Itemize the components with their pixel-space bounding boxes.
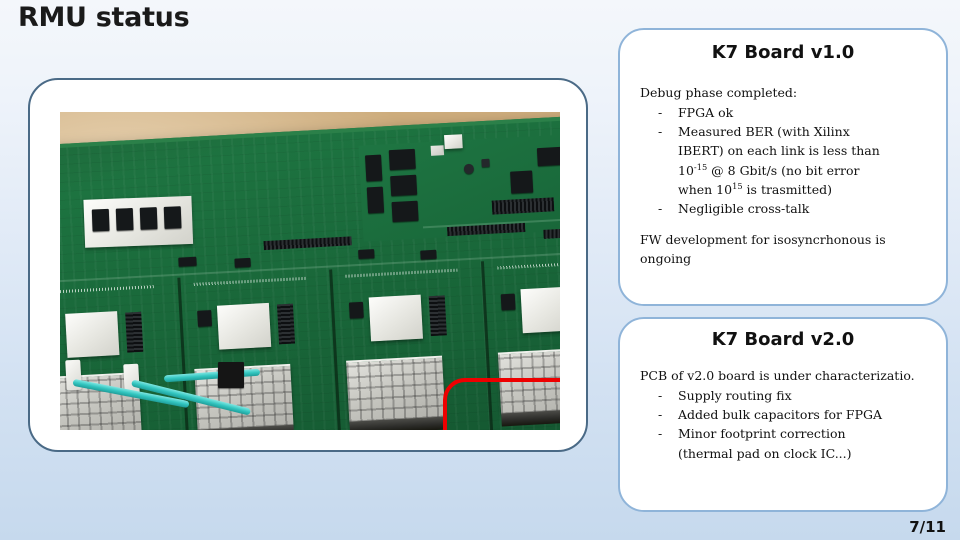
bullet-text: Supply routing fix bbox=[678, 388, 792, 404]
list-item: Minor footprint correction (thermal pad … bbox=[656, 424, 932, 462]
sfp-cage bbox=[346, 355, 446, 423]
panel-v2-lead: PCB of v2.0 board is under characterizat… bbox=[640, 368, 915, 383]
bullet-text: Measured BER (with Xilinx bbox=[678, 124, 850, 140]
chip bbox=[163, 206, 182, 229]
trans-prefix: when 10 bbox=[678, 181, 733, 197]
chip bbox=[197, 310, 213, 327]
chip bbox=[510, 170, 534, 194]
list-item: FPGA ok bbox=[656, 103, 932, 122]
transceiver-module bbox=[181, 269, 340, 430]
ber-rest: @ 8 Gbit/s (no bit error bbox=[707, 162, 860, 178]
panel-v1-tail: FW development for isosyncrhonous is ong… bbox=[640, 231, 886, 266]
bullet-continuation-transmitted: when 1015 is trasmitted) bbox=[678, 180, 932, 199]
white-connector bbox=[444, 134, 463, 150]
panel-v1-body: Debug phase completed: FPGA ok Measured … bbox=[620, 83, 946, 268]
panel-k7-board-v1: K7 Board v1.0 Debug phase completed: FPG… bbox=[618, 28, 948, 306]
silkscreen bbox=[193, 276, 306, 286]
chip bbox=[390, 174, 418, 197]
bullet-continuation: (thermal pad on clock IC...) bbox=[678, 445, 852, 461]
chip bbox=[500, 293, 516, 311]
component-cluster bbox=[358, 132, 560, 242]
bullet-continuation: IBERT) on each link is less than bbox=[678, 143, 880, 159]
list-item: Negligible cross-talk bbox=[656, 199, 932, 218]
pin-header bbox=[491, 197, 555, 215]
shield-can bbox=[65, 311, 120, 358]
chip bbox=[358, 249, 375, 259]
page-number: 7/11 bbox=[909, 518, 946, 536]
daughter-card bbox=[83, 195, 194, 248]
pin-header bbox=[276, 303, 296, 345]
list-item: Supply routing fix bbox=[656, 386, 932, 405]
panel-v2-bullet-list: Supply routing fix Added bulk capacitors… bbox=[656, 386, 932, 463]
ber-base: 10 bbox=[678, 162, 694, 178]
photo-panel bbox=[28, 78, 588, 452]
transceiver-module bbox=[60, 278, 189, 430]
panel-k7-board-v2: K7 Board v2.0 PCB of v2.0 board is under… bbox=[618, 317, 948, 512]
bullet-continuation-ber: 10-15 @ 8 Gbit/s (no bit error bbox=[678, 161, 932, 180]
ber-exponent: -15 bbox=[693, 161, 708, 172]
panel-v1-bullet-list: FPGA ok Measured BER (with Xilinx IBERT)… bbox=[656, 103, 932, 218]
chip bbox=[234, 257, 251, 268]
chip bbox=[365, 154, 383, 182]
chip bbox=[139, 207, 158, 230]
list-item: Added bulk capacitors for FPGA bbox=[656, 405, 932, 424]
silkscreen bbox=[497, 260, 560, 270]
shield-can bbox=[368, 294, 424, 342]
panel-v2-heading: K7 Board v2.0 bbox=[711, 329, 855, 350]
chip bbox=[536, 146, 560, 167]
silkscreen bbox=[345, 268, 458, 278]
shield-can bbox=[520, 286, 560, 334]
chip bbox=[420, 249, 437, 260]
bullet-text: Added bulk capacitors for FPGA bbox=[678, 407, 883, 423]
pin-header bbox=[428, 295, 447, 337]
page-title: RMU status bbox=[18, 2, 190, 33]
chip bbox=[178, 256, 197, 267]
chip bbox=[115, 208, 134, 231]
silkscreen bbox=[60, 285, 154, 295]
solder-pad bbox=[430, 145, 445, 156]
resistor bbox=[481, 158, 490, 168]
bullet-text: Minor footprint correction bbox=[678, 426, 846, 442]
panel-v1-lead: Debug phase completed: bbox=[640, 85, 798, 100]
bullet-text: FPGA ok bbox=[678, 105, 734, 121]
panel-v1-heading: K7 Board v1.0 bbox=[711, 42, 855, 63]
chip bbox=[391, 200, 419, 223]
black-connector bbox=[218, 362, 244, 388]
chip bbox=[366, 186, 385, 214]
list-item: Measured BER (with Xilinx IBERT) on each… bbox=[656, 122, 932, 199]
bullet-text: Negligible cross-talk bbox=[678, 200, 810, 216]
board-photo bbox=[60, 112, 560, 430]
chip bbox=[348, 301, 364, 319]
pin-header bbox=[125, 311, 144, 353]
trans-exponent: 15 bbox=[732, 180, 743, 191]
capacitor bbox=[463, 163, 475, 175]
shield-can bbox=[216, 302, 272, 350]
trans-suffix: is trasmitted) bbox=[742, 181, 832, 197]
panel-v2-body: PCB of v2.0 board is under characterizat… bbox=[620, 366, 946, 463]
chip bbox=[91, 208, 110, 232]
chip bbox=[388, 148, 416, 171]
red-highlight-box bbox=[443, 378, 560, 430]
